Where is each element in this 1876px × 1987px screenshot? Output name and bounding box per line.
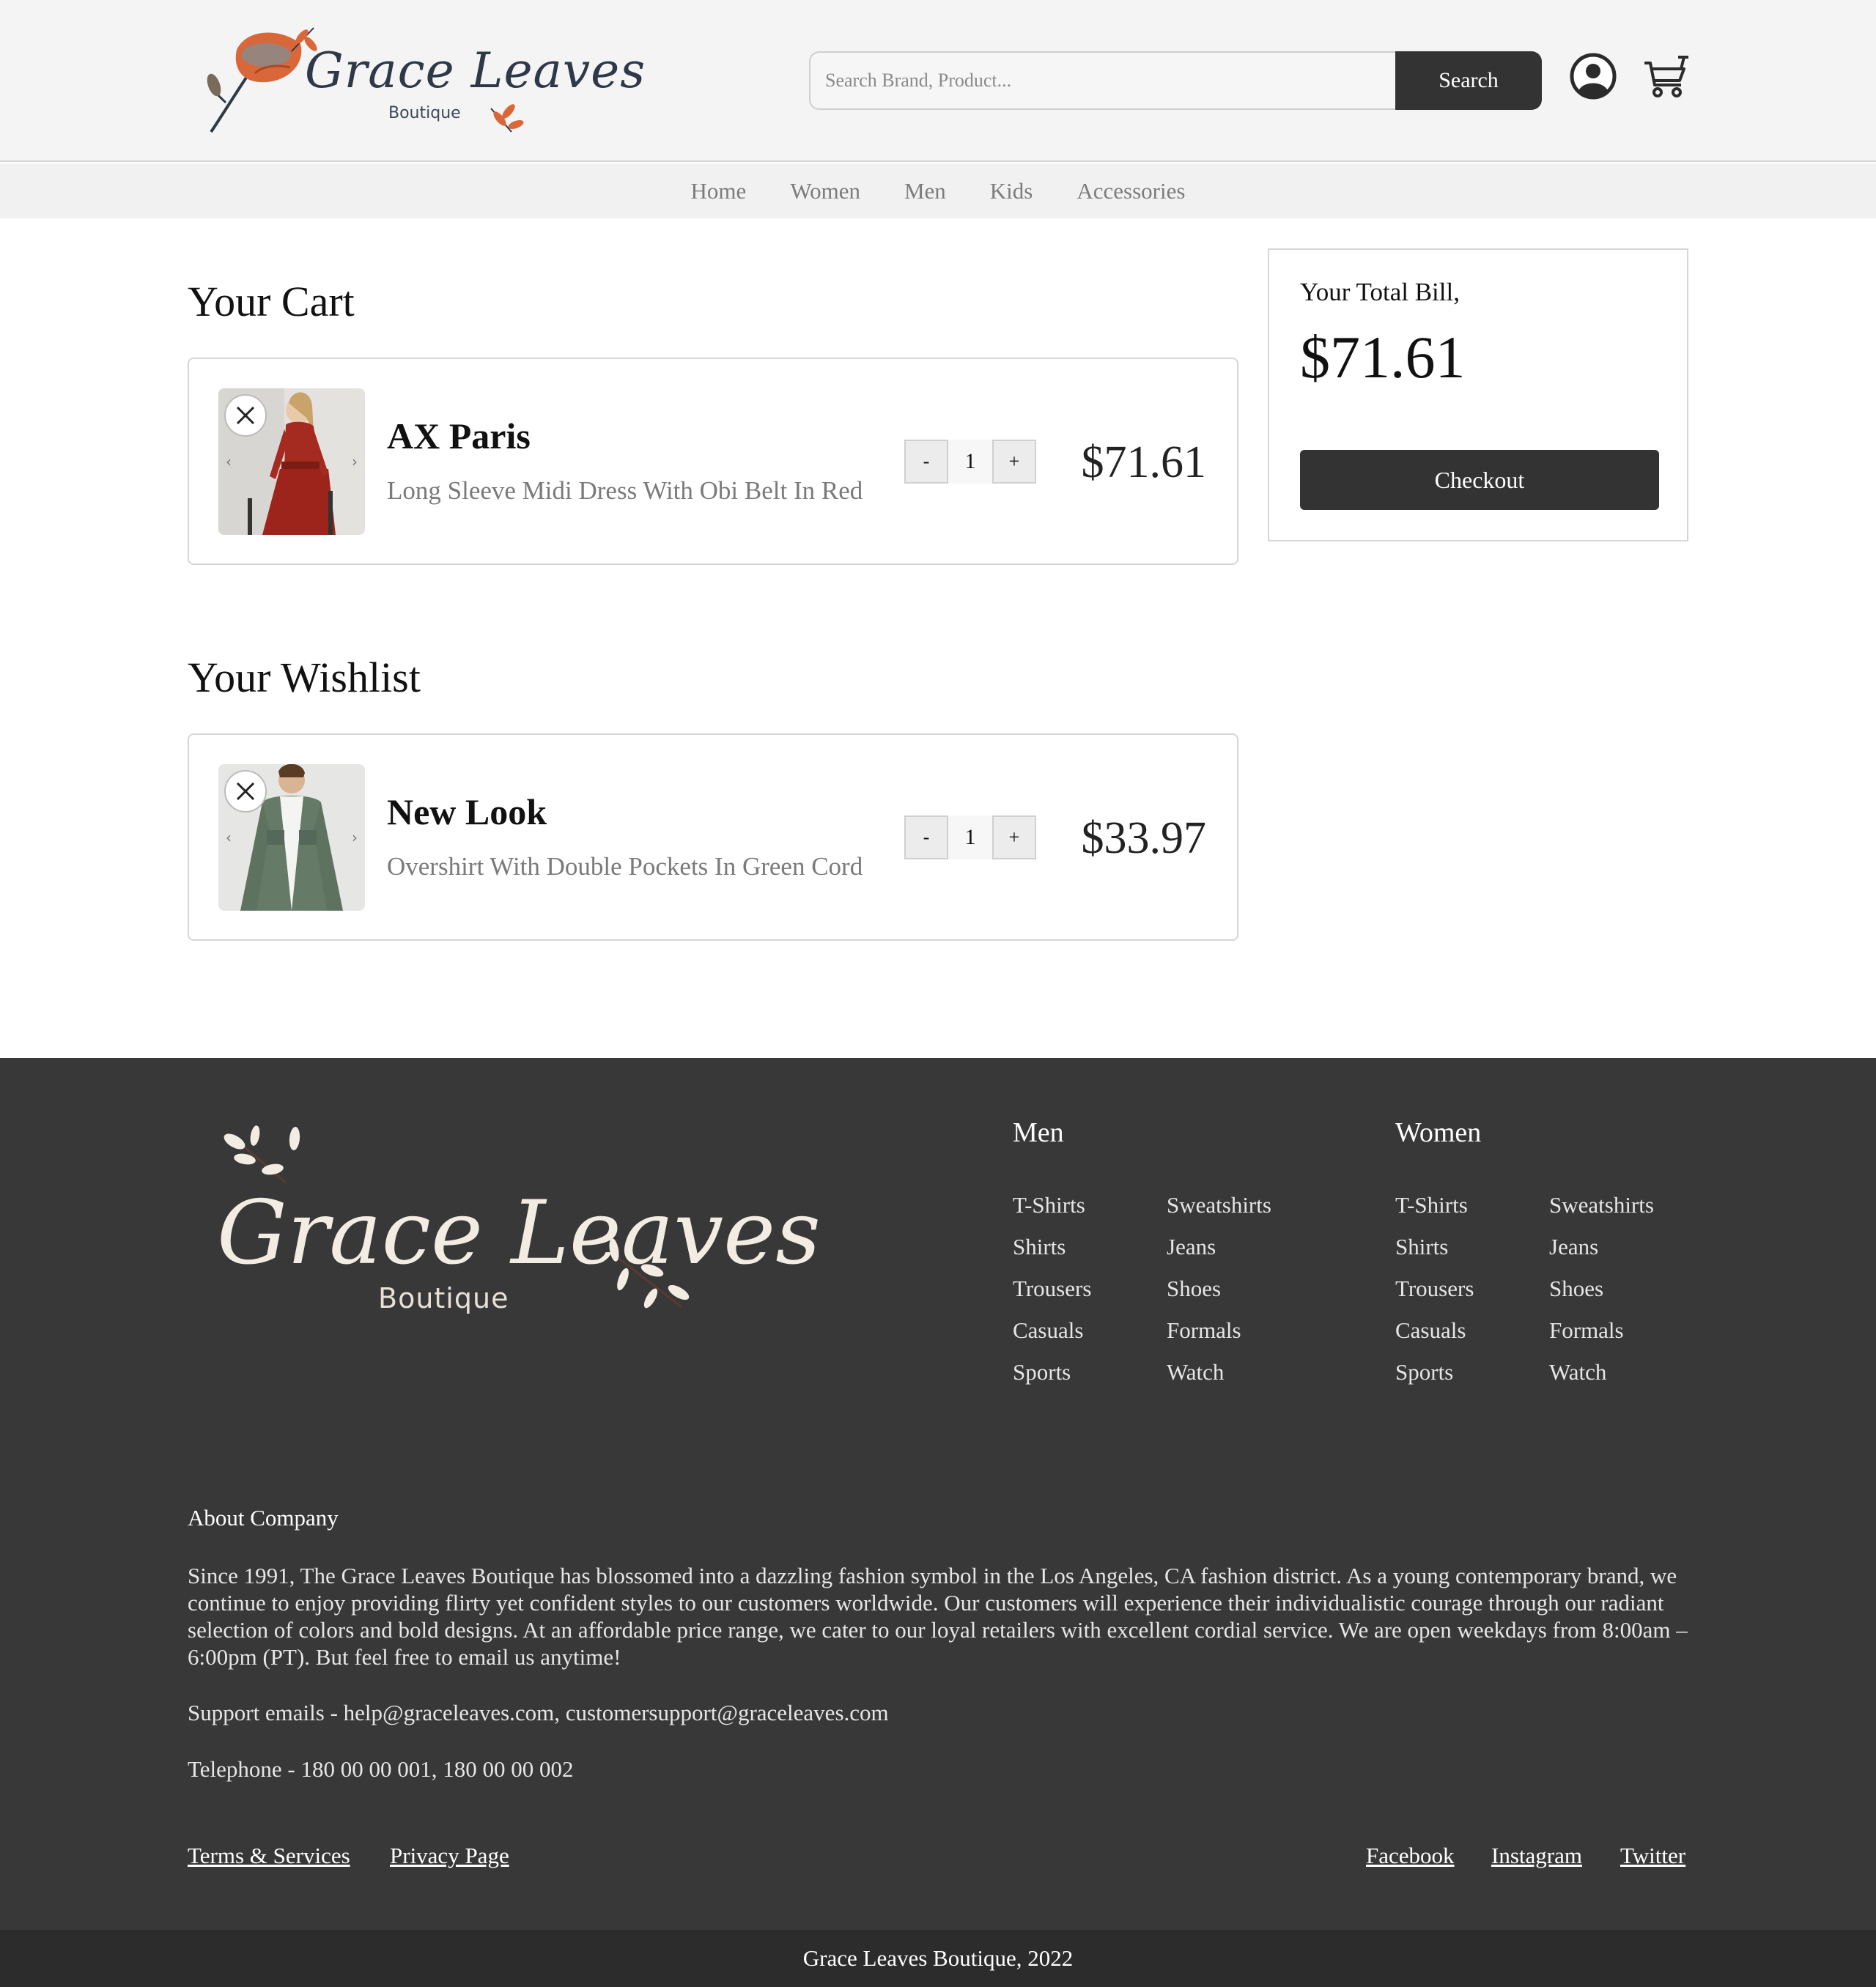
footer-link[interactable]: Jeans — [1549, 1234, 1654, 1276]
footer-link[interactable]: Shoes — [1167, 1276, 1271, 1317]
footer-link[interactable]: Casuals — [1395, 1317, 1474, 1359]
footer-link[interactable]: Shoes — [1549, 1276, 1654, 1317]
terms-link[interactable]: Terms & Services — [188, 1843, 350, 1869]
chevron-left-icon[interactable]: ‹ — [226, 453, 232, 470]
footer-men-list-1: T-Shirts Shirts Trousers Casuals Sports — [1013, 1192, 1091, 1401]
chevron-right-icon[interactable]: › — [352, 829, 358, 846]
footer-link[interactable]: Trousers — [1395, 1276, 1474, 1317]
copyright: Grace Leaves Boutique, 2022 — [0, 1930, 1876, 1987]
footer-link[interactable]: Casuals — [1013, 1317, 1091, 1359]
footer-link[interactable]: Trousers — [1013, 1276, 1091, 1317]
footer-women-list-1: T-Shirts Shirts Trousers Casuals Sports — [1395, 1192, 1474, 1401]
increase-quantity-button[interactable]: + — [992, 815, 1036, 859]
instagram-link[interactable]: Instagram — [1491, 1843, 1582, 1869]
quantity-stepper: - 1 + — [904, 815, 1036, 859]
privacy-link[interactable]: Privacy Page — [390, 1843, 509, 1869]
wishlist-title: Your Wishlist — [188, 654, 421, 701]
footer-link[interactable]: Jeans — [1167, 1234, 1271, 1276]
footer-men-list-2: Sweatshirts Jeans Shoes Formals Watch — [1167, 1192, 1271, 1401]
footer-link[interactable]: Formals — [1549, 1317, 1654, 1359]
search-button[interactable]: Search — [1395, 51, 1542, 110]
footer-link[interactable]: Sports — [1395, 1359, 1474, 1401]
chevron-right-icon[interactable]: › — [352, 453, 358, 470]
nav-accessories[interactable]: Accessories — [1077, 178, 1185, 204]
item-price: $71.61 — [1081, 437, 1207, 487]
footer-link[interactable]: Sweatshirts — [1167, 1192, 1271, 1234]
item-price: $33.97 — [1081, 813, 1207, 863]
site-footer: Grace Leaves Boutique Men T-Shirts Shirt… — [0, 1058, 1876, 1930]
twitter-link[interactable]: Twitter — [1620, 1843, 1685, 1869]
footer-men-title: Men — [1013, 1117, 1064, 1148]
chevron-left-icon[interactable]: ‹ — [226, 829, 232, 846]
cart-item: ‹ › AX Paris Long Sleeve Midi Dress With… — [188, 358, 1238, 565]
cart-title: Your Cart — [188, 278, 355, 325]
nav-kids[interactable]: Kids — [990, 178, 1033, 204]
brand-logo[interactable]: Grace Leaves Boutique — [204, 22, 645, 139]
footer-women-list-2: Sweatshirts Jeans Shoes Formals Watch — [1549, 1192, 1654, 1401]
facebook-link[interactable]: Facebook — [1366, 1843, 1455, 1869]
increase-quantity-button[interactable]: + — [992, 440, 1036, 484]
close-icon — [236, 782, 255, 801]
footer-link[interactable]: Sports — [1013, 1359, 1091, 1401]
logo-title: Grace Leaves — [305, 42, 646, 99]
bill-total: $71.61 — [1300, 324, 1466, 391]
bill-summary: Your Total Bill, $71.61 Checkout — [1268, 248, 1688, 541]
about-title: About Company — [188, 1505, 339, 1531]
cart-icon[interactable] — [1642, 54, 1690, 98]
item-description: Overshirt With Double Pockets In Green C… — [387, 852, 863, 881]
remove-item-button[interactable] — [224, 770, 267, 813]
main-nav: Home Women Men Kids Accessories — [0, 163, 1876, 218]
footer-link[interactable]: Watch — [1549, 1359, 1654, 1401]
support-emails: Support emails - help@graceleaves.com, c… — [188, 1700, 889, 1725]
telephone: Telephone - 180 00 00 001, 180 00 00 002 — [188, 1756, 574, 1782]
wishlist-item: ‹ › New Look Overshirt With Double Pocke… — [188, 733, 1238, 941]
footer-link[interactable]: Sweatshirts — [1549, 1192, 1654, 1234]
nav-home[interactable]: Home — [691, 178, 747, 204]
footer-link[interactable]: Shirts — [1013, 1234, 1091, 1276]
nav-men[interactable]: Men — [904, 178, 946, 204]
item-description: Long Sleeve Midi Dress With Obi Belt In … — [387, 476, 863, 505]
nav-women[interactable]: Women — [790, 178, 860, 204]
bill-label: Your Total Bill, — [1300, 278, 1460, 306]
quantity-stepper: - 1 + — [904, 440, 1036, 484]
decrease-quantity-button[interactable]: - — [904, 440, 948, 484]
footer-link[interactable]: Formals — [1167, 1317, 1271, 1359]
remove-item-button[interactable] — [224, 394, 267, 437]
footer-logo: Grace Leaves Boutique — [213, 1124, 821, 1336]
about-text: Since 1991, The Grace Leaves Boutique ha… — [188, 1563, 1688, 1670]
footer-logo-subtitle: Boutique — [378, 1282, 509, 1314]
logo-subtitle: Boutique — [388, 104, 461, 122]
item-brand: AX Paris — [387, 415, 531, 456]
quantity-value: 1 — [948, 440, 992, 484]
checkout-button[interactable]: Checkout — [1300, 450, 1659, 510]
footer-logo-title: Grace Leaves — [217, 1183, 821, 1284]
item-brand: New Look — [387, 791, 547, 832]
footer-women-title: Women — [1395, 1117, 1482, 1148]
footer-link[interactable]: Watch — [1167, 1359, 1271, 1401]
account-icon[interactable] — [1570, 53, 1617, 100]
footer-link[interactable]: T-Shirts — [1395, 1192, 1474, 1234]
footer-link[interactable]: T-Shirts — [1013, 1192, 1091, 1234]
search-input[interactable] — [809, 51, 1397, 110]
decrease-quantity-button[interactable]: - — [904, 815, 948, 859]
site-header: Grace Leaves Boutique Search — [0, 0, 1876, 162]
footer-link[interactable]: Shirts — [1395, 1234, 1474, 1276]
quantity-value: 1 — [948, 815, 992, 859]
close-icon — [236, 406, 255, 425]
